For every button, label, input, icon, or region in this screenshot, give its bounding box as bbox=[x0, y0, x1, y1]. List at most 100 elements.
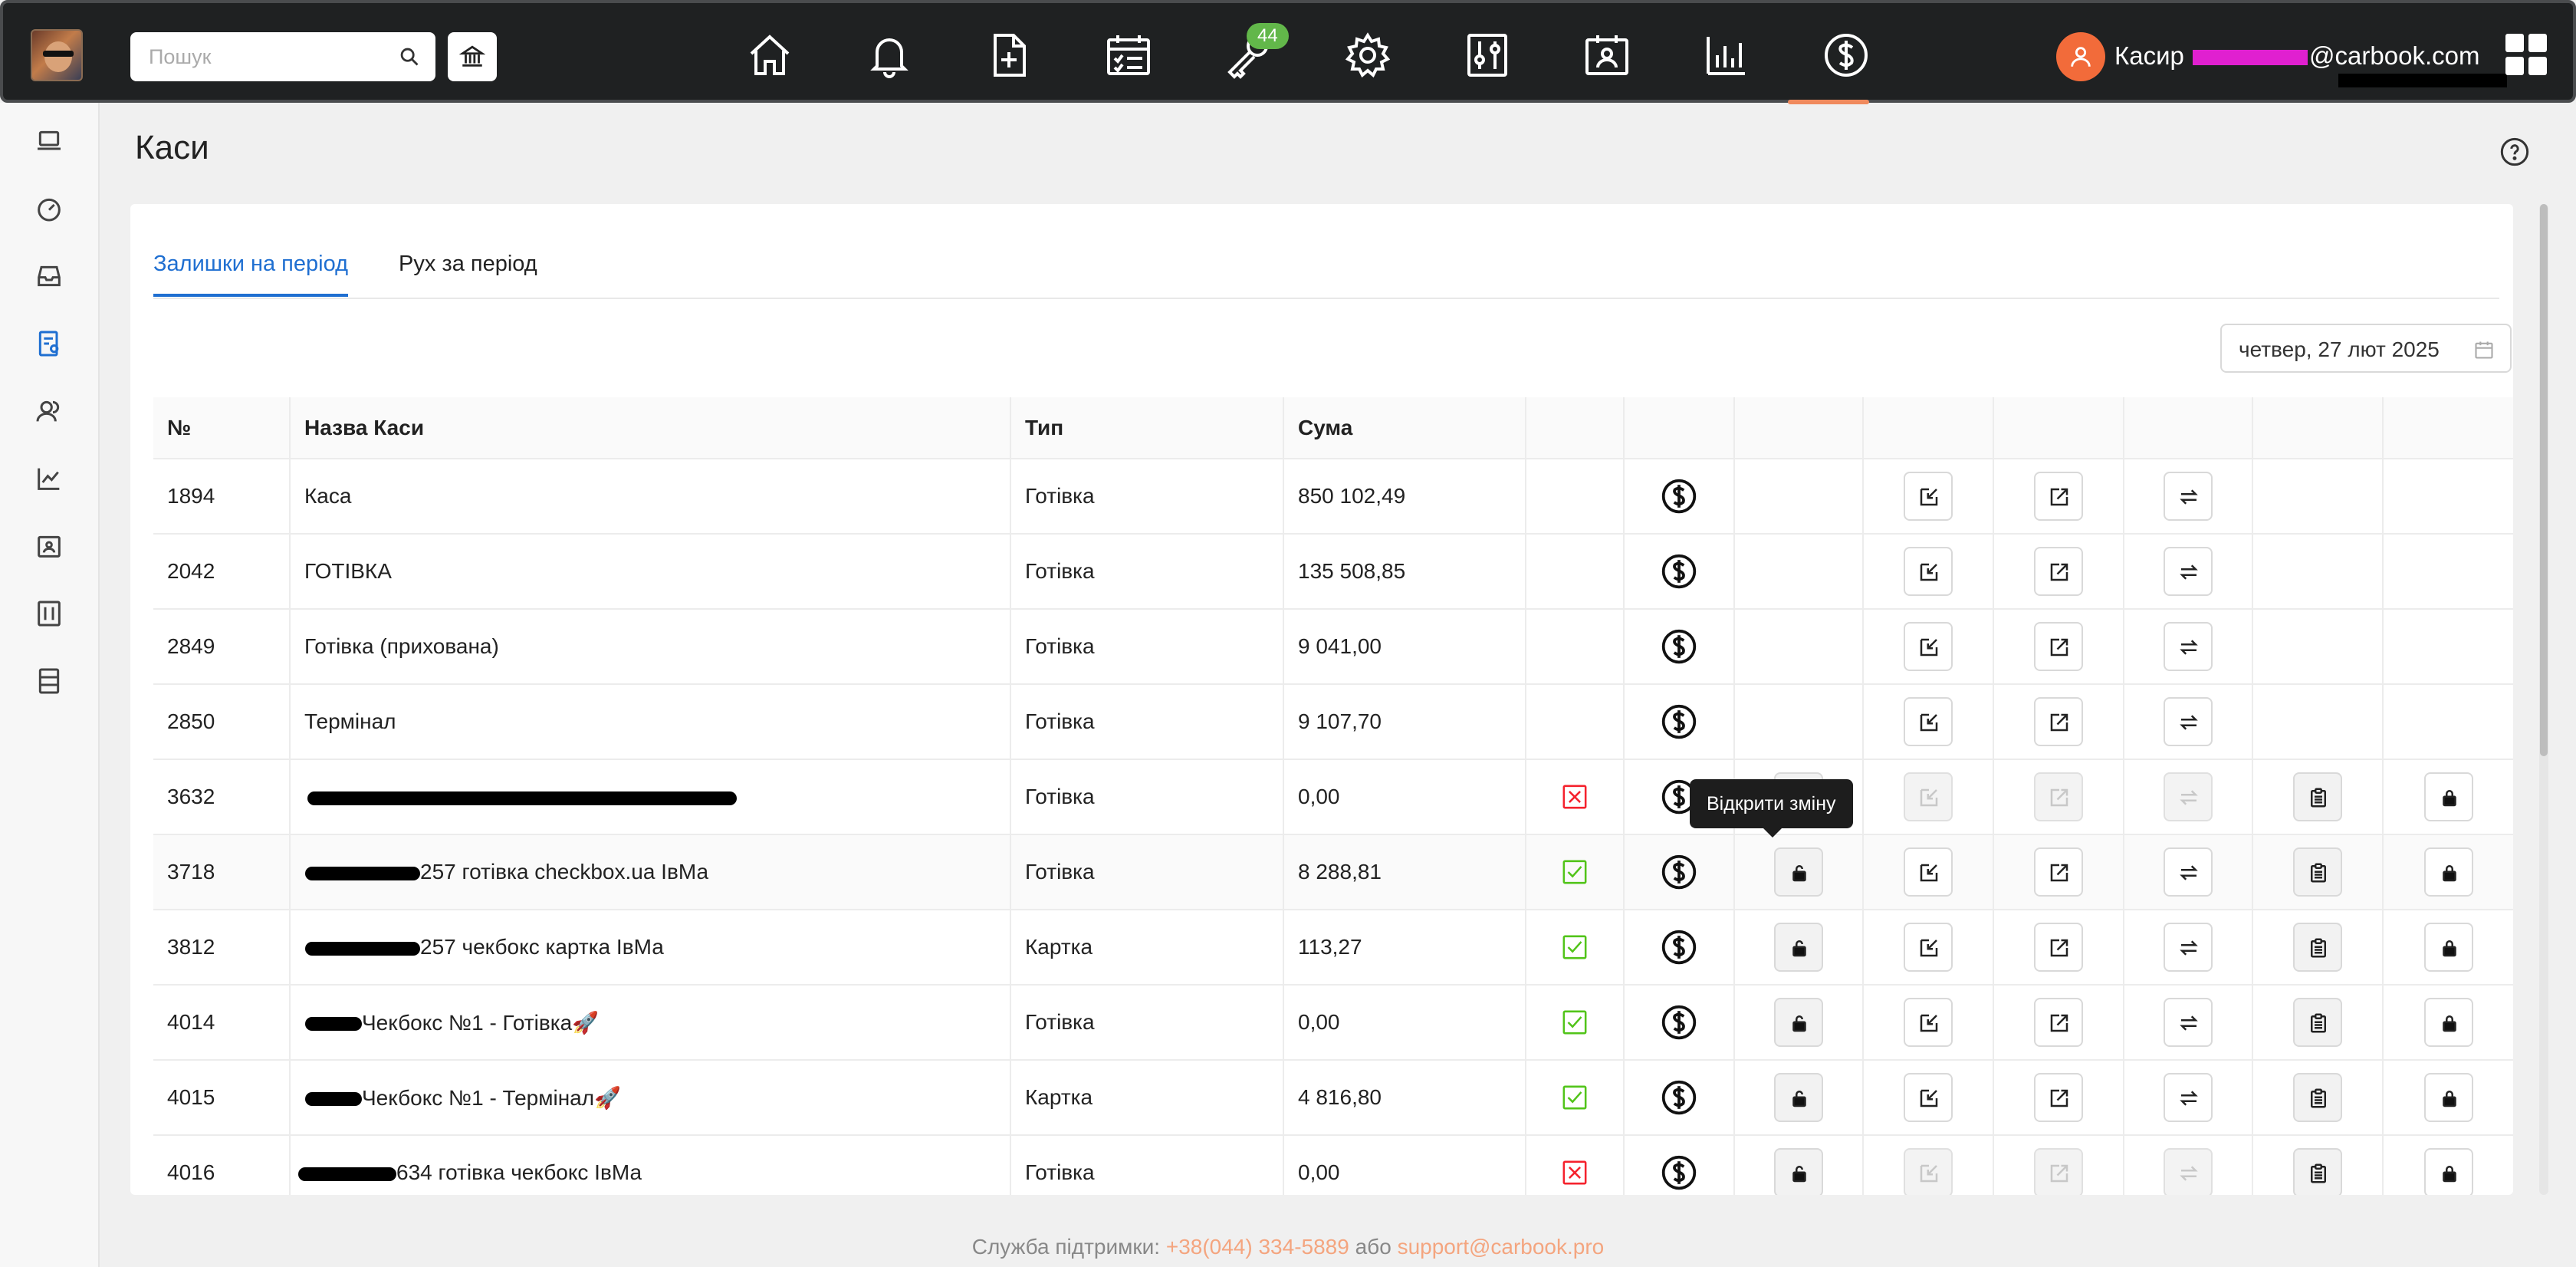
table-row[interactable]: 4015 Чекбокс №1 - Термінал🚀 Картка 4 816,80 bbox=[153, 1060, 2513, 1136]
dollar-circle-icon[interactable] bbox=[1660, 1003, 1698, 1042]
apps-grid-button[interactable] bbox=[2505, 34, 2548, 77]
col-header-name[interactable]: Назва Каси bbox=[290, 397, 1011, 459]
nav-controls[interactable] bbox=[1458, 26, 1516, 84]
app-logo[interactable] bbox=[31, 29, 83, 81]
tab-balances[interactable]: Залишки на період bbox=[153, 252, 348, 297]
date-picker[interactable]: четвер, 27 лют 2025 bbox=[2220, 324, 2512, 373]
outcome-button[interactable] bbox=[2034, 547, 2083, 596]
table-row[interactable]: 3718 257 готівка checkbox.ua ІвМа Готівка 8… bbox=[153, 834, 2513, 910]
transfer-button[interactable] bbox=[2164, 923, 2213, 972]
dollar-circle-icon[interactable] bbox=[1660, 928, 1698, 966]
scrollbar-thumb[interactable] bbox=[2540, 204, 2548, 756]
search-box[interactable] bbox=[130, 32, 435, 81]
transfer-button[interactable] bbox=[2164, 622, 2213, 671]
transfer-button[interactable] bbox=[2164, 697, 2213, 746]
income-button[interactable] bbox=[1904, 697, 1953, 746]
dollar-circle-icon[interactable] bbox=[1660, 477, 1698, 515]
outcome-button[interactable] bbox=[2034, 697, 2083, 746]
table-row[interactable]: 2849 Готівка (прихована) Готівка 9 041,00 bbox=[153, 609, 2513, 685]
nav-reports[interactable] bbox=[1697, 26, 1756, 84]
table-row[interactable]: 3632 Готівка 0,00 bbox=[153, 759, 2513, 835]
user-avatar[interactable] bbox=[2056, 32, 2105, 81]
dollar-circle-icon[interactable] bbox=[1660, 1153, 1698, 1192]
income-button[interactable] bbox=[1904, 472, 1953, 521]
income-button[interactable] bbox=[1904, 1073, 1953, 1122]
income-button[interactable] bbox=[1904, 622, 1953, 671]
sidebar-item-cash-document[interactable] bbox=[34, 328, 64, 359]
scrollbar[interactable] bbox=[2539, 204, 2548, 1195]
report-button[interactable] bbox=[2293, 1073, 2342, 1122]
cashbox-name: ГОТІВКА bbox=[304, 559, 392, 583]
report-button[interactable] bbox=[2293, 847, 2342, 897]
income-button[interactable] bbox=[1904, 847, 1953, 897]
outcome-button[interactable] bbox=[2034, 622, 2083, 671]
nav-new-document[interactable] bbox=[980, 26, 1038, 84]
search-icon[interactable] bbox=[399, 46, 420, 67]
sidebar-item-laptop[interactable] bbox=[34, 126, 64, 156]
table-row[interactable]: 1894 Каса Готівка 850 102,49 bbox=[153, 459, 2513, 535]
report-button[interactable] bbox=[2293, 772, 2342, 821]
nav-settings[interactable] bbox=[1339, 26, 1397, 84]
open-shift-button[interactable] bbox=[1774, 998, 1823, 1047]
transfer-button[interactable] bbox=[2164, 547, 2213, 596]
transfer-button[interactable] bbox=[2164, 1073, 2213, 1122]
outcome-button[interactable] bbox=[2034, 847, 2083, 897]
sidebar-item-employees[interactable] bbox=[34, 531, 64, 561]
outcome-button[interactable] bbox=[2034, 923, 2083, 972]
nav-employees[interactable] bbox=[1578, 26, 1636, 84]
cell-outcome bbox=[1993, 759, 2124, 835]
table-row[interactable]: 2850 Термінал Готівка 9 107,70 bbox=[153, 684, 2513, 760]
dollar-circle-icon[interactable] bbox=[1660, 703, 1698, 741]
sidebar-item-controls[interactable] bbox=[34, 598, 64, 629]
income-button[interactable] bbox=[1904, 998, 1953, 1047]
sidebar-item-clients[interactable] bbox=[34, 396, 64, 426]
table-row[interactable]: 2042 ГОТІВКА Готівка 135 508,85 bbox=[153, 534, 2513, 610]
sidebar-item-inbox[interactable] bbox=[34, 261, 64, 291]
close-shift-button[interactable] bbox=[2423, 847, 2473, 897]
open-shift-button[interactable] bbox=[1774, 923, 1823, 972]
close-shift-button[interactable] bbox=[2423, 1148, 2473, 1195]
close-shift-button[interactable] bbox=[2423, 772, 2473, 821]
dollar-circle-icon[interactable] bbox=[1660, 552, 1698, 591]
outcome-button[interactable] bbox=[2034, 998, 2083, 1047]
tab-movements[interactable]: Рух за період bbox=[399, 252, 537, 294]
user-menu[interactable]: Касир @carbook.com bbox=[2114, 41, 2479, 71]
bank-button[interactable] bbox=[448, 32, 497, 81]
support-email-link[interactable]: support@carbook.pro bbox=[1398, 1235, 1605, 1259]
nav-notifications[interactable] bbox=[860, 26, 918, 84]
transfer-button[interactable] bbox=[2164, 998, 2213, 1047]
transfer-button[interactable] bbox=[2164, 847, 2213, 897]
sidebar-item-dashboard[interactable] bbox=[34, 193, 64, 224]
col-header-number[interactable]: № bbox=[153, 397, 291, 459]
col-header-type[interactable]: Тип bbox=[1010, 397, 1284, 459]
report-button[interactable] bbox=[2293, 1148, 2342, 1195]
nav-schedule[interactable] bbox=[1099, 26, 1158, 84]
transfer-button[interactable] bbox=[2164, 472, 2213, 521]
support-phone-link[interactable]: +38(044) 334-5889 bbox=[1166, 1235, 1349, 1259]
dollar-circle-icon[interactable] bbox=[1660, 853, 1698, 891]
outcome-button[interactable] bbox=[2034, 472, 2083, 521]
close-shift-button[interactable] bbox=[2423, 1073, 2473, 1122]
help-icon[interactable] bbox=[2499, 137, 2530, 167]
dollar-circle-icon[interactable] bbox=[1660, 1078, 1698, 1117]
income-button[interactable] bbox=[1904, 547, 1953, 596]
sidebar-item-analytics[interactable] bbox=[34, 463, 64, 494]
income-button[interactable] bbox=[1904, 923, 1953, 972]
dollar-circle-icon[interactable] bbox=[1660, 627, 1698, 666]
table-row[interactable]: 4014 Чекбокс №1 - Готівка🚀 Готівка 0,00 bbox=[153, 985, 2513, 1061]
sidebar-item-storage[interactable] bbox=[34, 666, 64, 696]
open-shift-button[interactable] bbox=[1774, 1073, 1823, 1122]
report-button[interactable] bbox=[2293, 998, 2342, 1047]
table-row[interactable]: 4016 634 готівка чекбокс ІвМа Готівка 0,00 bbox=[153, 1135, 2513, 1195]
col-header-sum[interactable]: Сума bbox=[1283, 397, 1526, 459]
open-shift-button[interactable] bbox=[1774, 1148, 1823, 1195]
close-shift-button[interactable] bbox=[2423, 923, 2473, 972]
nav-home[interactable] bbox=[741, 26, 799, 84]
search-input[interactable] bbox=[149, 41, 379, 72]
close-shift-button[interactable] bbox=[2423, 998, 2473, 1047]
outcome-button[interactable] bbox=[2034, 1073, 2083, 1122]
open-shift-button[interactable] bbox=[1774, 847, 1823, 897]
nav-cashboxes[interactable] bbox=[1817, 26, 1875, 84]
report-button[interactable] bbox=[2293, 923, 2342, 972]
table-row[interactable]: 3812 257 чекбокс картка ІвМа Картка 113,27 bbox=[153, 910, 2513, 986]
